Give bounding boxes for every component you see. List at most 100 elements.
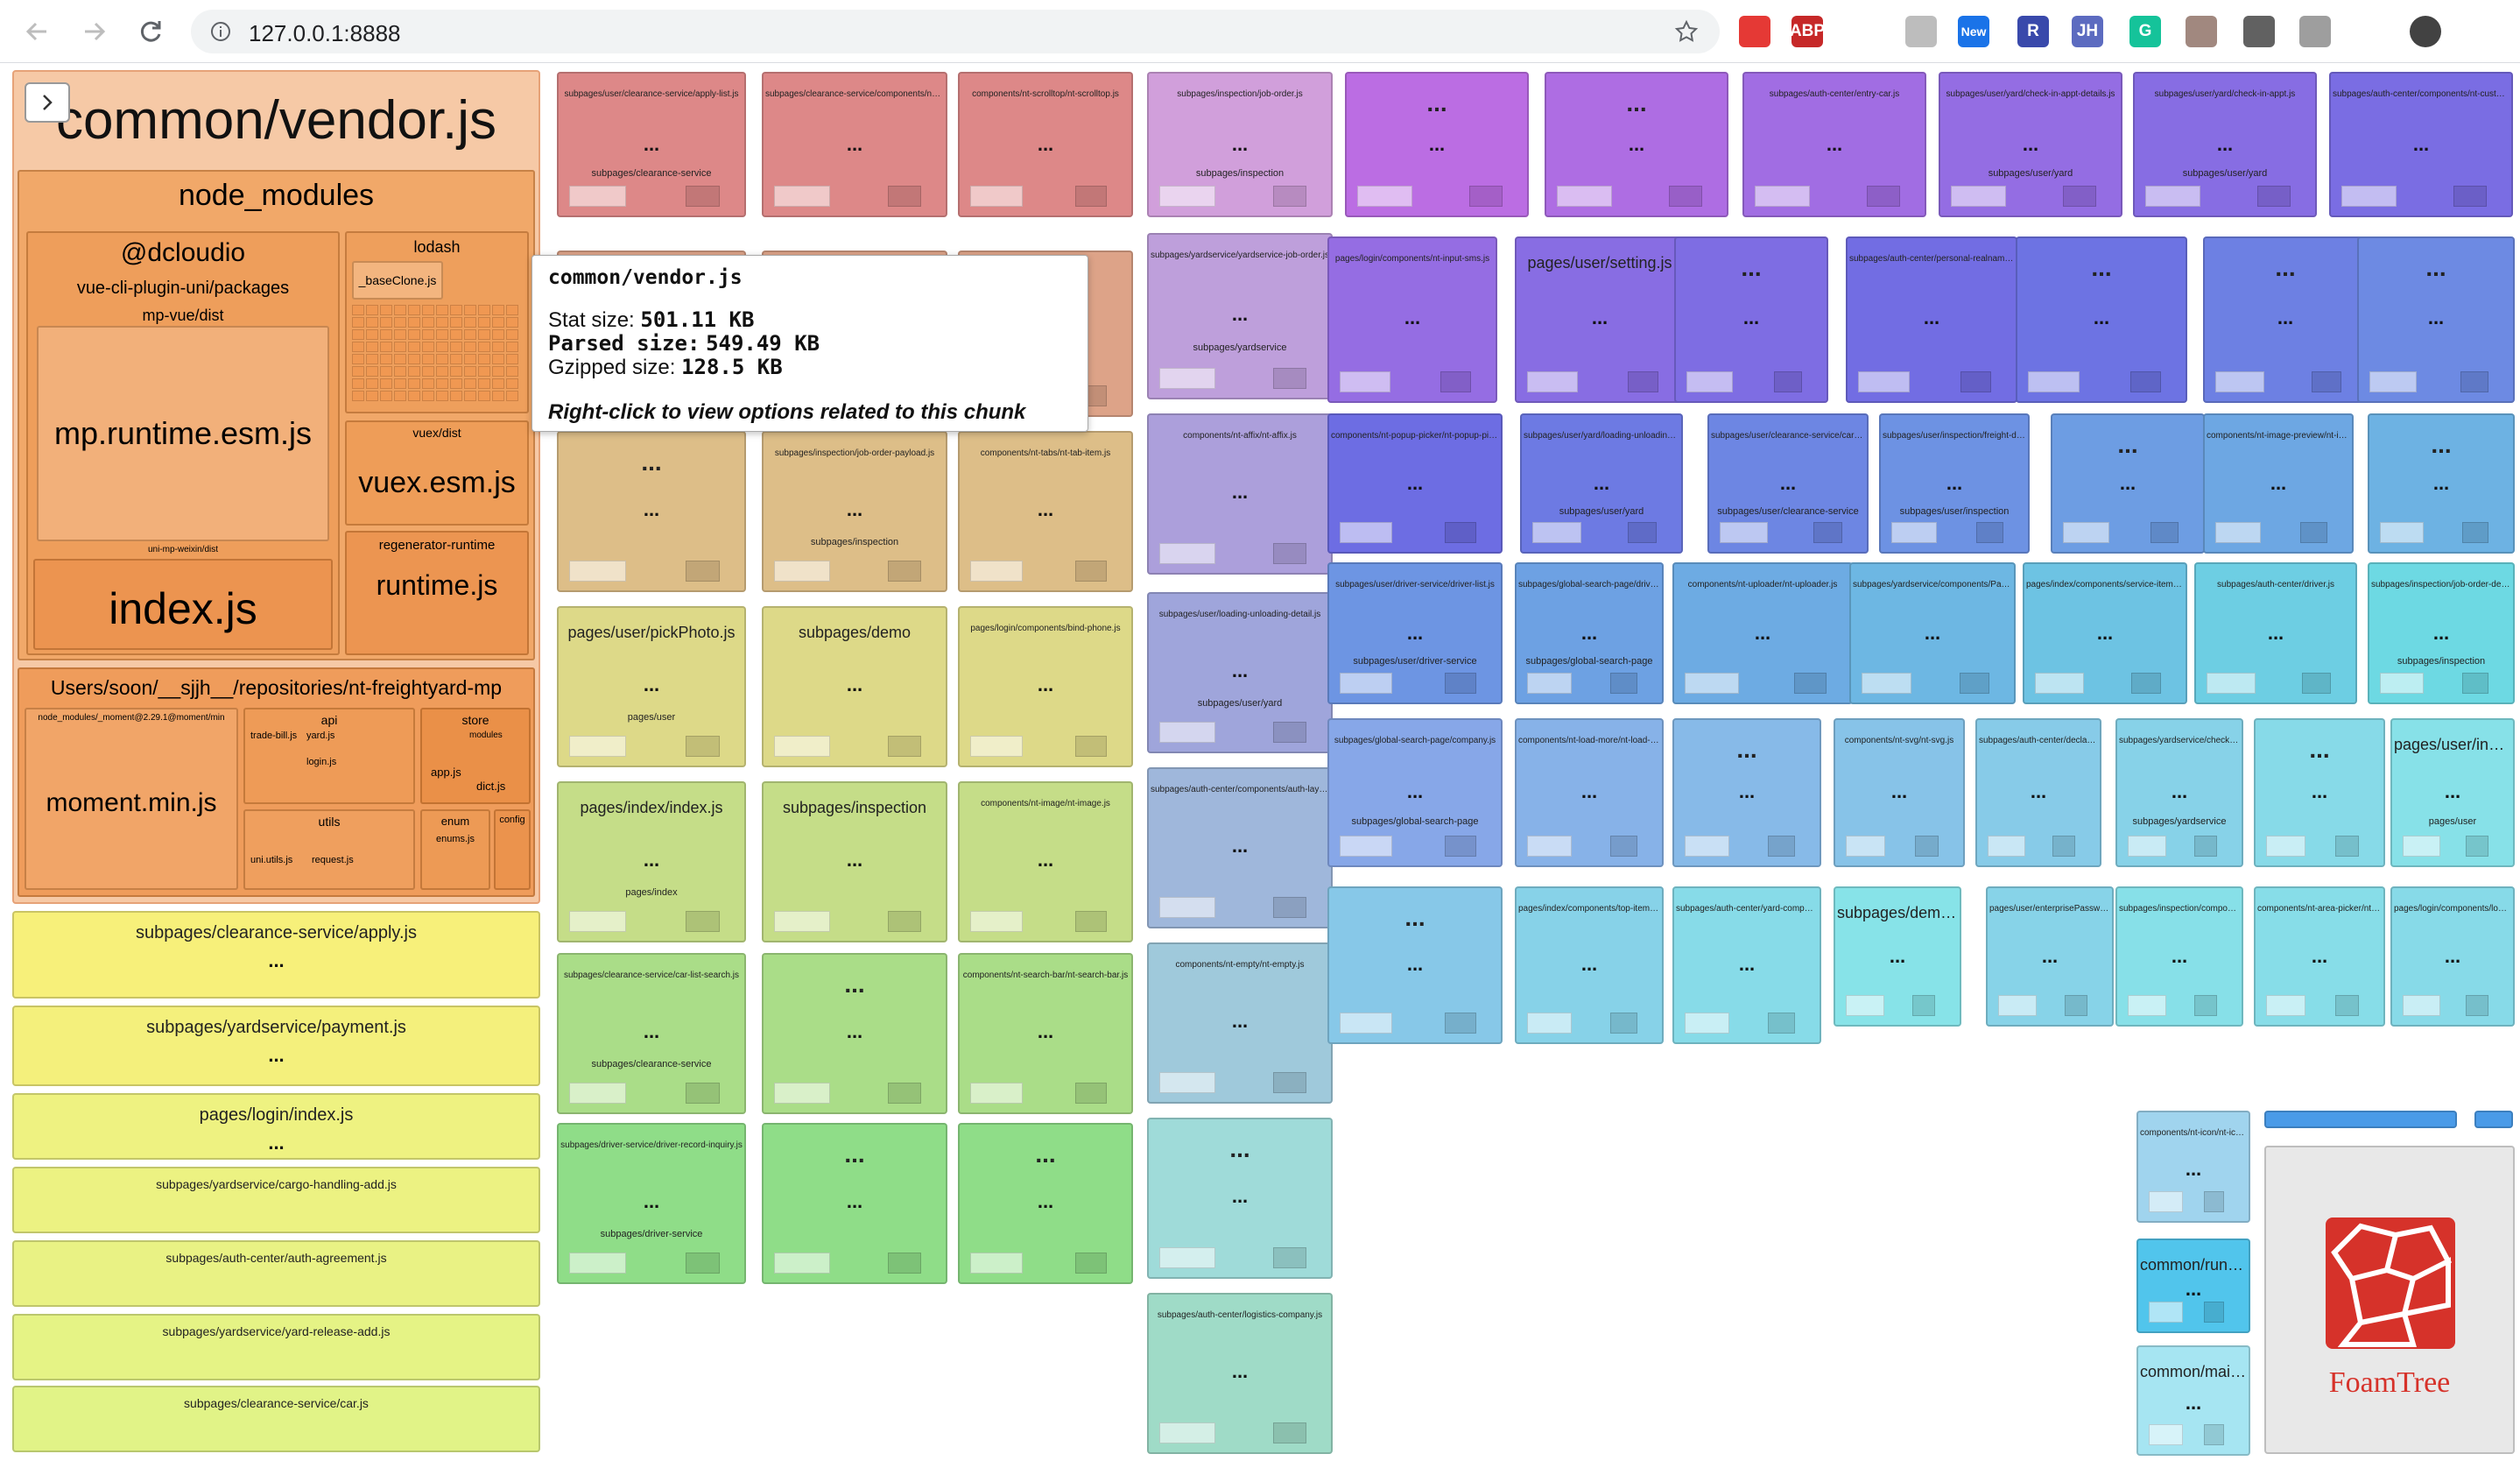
- chunk-tile[interactable]: ......: [1147, 1118, 1333, 1279]
- lodash-module[interactable]: [394, 305, 406, 315]
- chunk-tile[interactable]: pages/user/pickPhoto.js... pages/user: [557, 606, 746, 767]
- lodash-module[interactable]: [478, 317, 490, 328]
- chunk-module-mini[interactable]: [2461, 673, 2488, 694]
- chunk-tile[interactable]: components/nt-svg/nt-svg.js...: [1834, 718, 1965, 867]
- chunk-module-mini[interactable]: [1340, 371, 1391, 392]
- chunk-module-mini[interactable]: [2128, 836, 2166, 857]
- lodash-module[interactable]: [394, 329, 406, 340]
- lodash-module[interactable]: [506, 329, 518, 340]
- chunk-module-mini[interactable]: [1445, 836, 1476, 857]
- lodash-module[interactable]: [422, 317, 434, 328]
- chunk-module-mini[interactable]: [2215, 371, 2265, 392]
- chunk-tile[interactable]: components/nt-uploader/nt-uploader.js...: [1672, 562, 1853, 704]
- chunk-module-mini[interactable]: [1610, 1013, 1637, 1034]
- chunk-module-mini[interactable]: [2301, 673, 2331, 694]
- chunk-tile[interactable]: subpages/auth-center/components/auth-lay…: [1147, 767, 1333, 928]
- lodash-module[interactable]: [506, 391, 518, 401]
- reload-button[interactable]: [131, 12, 170, 51]
- chunk-module-mini[interactable]: [774, 186, 830, 207]
- lodash-module[interactable]: [436, 305, 448, 315]
- chunk-module-mini[interactable]: [774, 911, 830, 932]
- chunk-module-mini[interactable]: [1340, 836, 1392, 857]
- chunk-module-mini[interactable]: [1911, 995, 1935, 1016]
- chunk-tile[interactable]: subpages/driver-service/driver-record-in…: [557, 1123, 746, 1284]
- chunk-tile[interactable]: subpages/auth-center/personal-realname.j…: [1846, 236, 2017, 403]
- chunk-tile[interactable]: components/nt-icon/nt-icon.js...: [2136, 1111, 2250, 1223]
- chunk-module-mini[interactable]: [1846, 995, 1884, 1016]
- lodash-module[interactable]: [366, 378, 378, 389]
- lodash-module[interactable]: [478, 329, 490, 340]
- chunk-module-mini[interactable]: [1610, 673, 1637, 694]
- lodash-module[interactable]: [450, 305, 462, 315]
- chunk-tile[interactable]: subpages/inspection/job-order-details.js…: [2368, 562, 2515, 704]
- lodash-module[interactable]: [450, 391, 462, 401]
- chunk-module-mini[interactable]: [2266, 836, 2305, 857]
- chunk-module-mini[interactable]: [1527, 1013, 1572, 1034]
- vue-devtools-icon[interactable]: [2243, 16, 2275, 47]
- lodash-module[interactable]: [450, 366, 462, 377]
- chunk-module-mini[interactable]: [2203, 1302, 2224, 1323]
- chunk-module-mini[interactable]: [2193, 836, 2217, 857]
- lodash-module[interactable]: [492, 342, 504, 352]
- lodash-module[interactable]: [394, 354, 406, 364]
- chunk-module-mini[interactable]: [1988, 836, 2026, 857]
- lodash-module[interactable]: [380, 378, 392, 389]
- chunk-module-mini[interactable]: [1527, 371, 1579, 392]
- lodash-module[interactable]: [464, 366, 476, 377]
- lodash-module[interactable]: [492, 354, 504, 364]
- chunk-module-mini[interactable]: [2312, 371, 2341, 392]
- chunk-module-mini[interactable]: [2064, 995, 2087, 1016]
- lodash-module[interactable]: [492, 391, 504, 401]
- chunk-module-mini[interactable]: [2129, 371, 2161, 392]
- chunk-module-mini[interactable]: [1891, 522, 1937, 543]
- lodash-module[interactable]: [352, 329, 364, 340]
- lodash-module[interactable]: [436, 378, 448, 389]
- chunk-module-mini[interactable]: [2203, 1191, 2224, 1212]
- chunk-module-mini[interactable]: [1774, 371, 1802, 392]
- chunk-tile[interactable]: ......: [1672, 718, 1821, 867]
- chunk-module-mini[interactable]: [2149, 1424, 2183, 1445]
- chunk-module-mini[interactable]: [2128, 995, 2166, 1016]
- chunk-module-mini[interactable]: [569, 1253, 626, 1274]
- chunk-tile[interactable]: subpages/inspection/job-order-payload.js…: [762, 431, 947, 592]
- lodash-module[interactable]: [436, 329, 448, 340]
- chunk-module-mini[interactable]: [1440, 371, 1471, 392]
- lodash-module[interactable]: [464, 378, 476, 389]
- mp-runtime-box[interactable]: mp.runtime.esm.js: [37, 326, 329, 541]
- chunk-tile[interactable]: ......: [2254, 718, 2385, 867]
- chunk-module-mini[interactable]: [2063, 522, 2109, 543]
- lodash-module[interactable]: [408, 378, 420, 389]
- lodash-module[interactable]: [408, 354, 420, 364]
- grammarly-icon[interactable]: G: [2129, 16, 2161, 47]
- chunk-module-mini[interactable]: [1527, 673, 1572, 694]
- chunk-tile[interactable]: ......: [1327, 886, 1503, 1044]
- dcloudio-box[interactable]: @dcloudio vue-cli-plugin-uni/packages mp…: [26, 231, 340, 655]
- chunk-tile[interactable]: subpages/demo/list.js...: [1834, 886, 1961, 1027]
- chunk-tile[interactable]: subpages/user/yard/check-in-appt-details…: [1939, 72, 2122, 217]
- chunk-module-mini[interactable]: [2028, 371, 2080, 392]
- lodash-box[interactable]: lodash _baseClone.js: [345, 231, 529, 413]
- chunk-module-mini[interactable]: [2461, 522, 2488, 543]
- chunk-module-mini[interactable]: [1685, 1013, 1729, 1034]
- cast-icon[interactable]: [2299, 16, 2331, 47]
- lodash-module[interactable]: [506, 317, 518, 328]
- lodash-module[interactable]: [408, 366, 420, 377]
- chunk-module-mini[interactable]: [2052, 836, 2075, 857]
- chunk-module-mini[interactable]: [1628, 371, 1658, 392]
- chunk-module-mini[interactable]: [1075, 1253, 1107, 1274]
- chunk-module-mini[interactable]: [1159, 1247, 1215, 1268]
- regenerator-box[interactable]: regenerator-runtime runtime.js: [345, 531, 529, 655]
- chunk-module-mini[interactable]: [970, 736, 1023, 757]
- chunk-module-mini[interactable]: [1469, 186, 1503, 207]
- chunk-tile[interactable]: ......: [762, 1123, 947, 1284]
- lodash-module[interactable]: [492, 366, 504, 377]
- lodash-module[interactable]: [450, 354, 462, 364]
- chunk-tile[interactable]: subpages/auth-center/driver.js...: [2194, 562, 2357, 704]
- chunk-tile[interactable]: subpages/user/clearance-service/apply-li…: [557, 72, 746, 217]
- chunk-tile[interactable]: pages/login/components/bind-phone.js...: [958, 606, 1133, 767]
- lodash-module[interactable]: [436, 317, 448, 328]
- vuex-dist-box[interactable]: vuex/dist vuex.esm.js: [345, 420, 529, 526]
- chunk-tile[interactable]: subpages/auth-center/yard-company.js...: [1672, 886, 1821, 1044]
- chunk-module-mini[interactable]: [2460, 371, 2488, 392]
- color-picker-icon[interactable]: [1739, 16, 1770, 47]
